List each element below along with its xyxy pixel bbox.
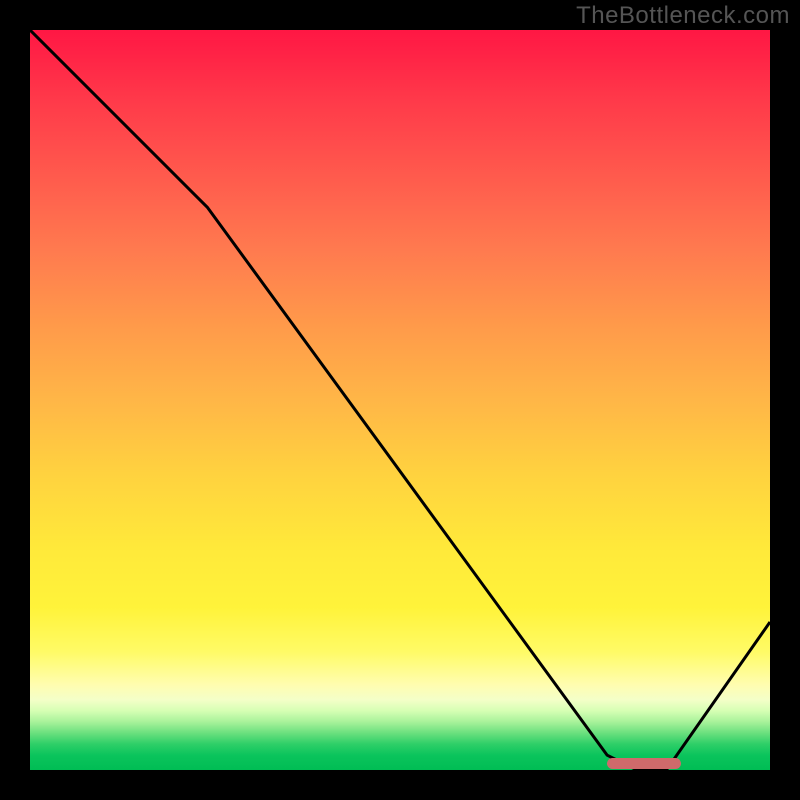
chart-frame: TheBottleneck.com	[0, 0, 800, 800]
optimal-range-marker	[607, 758, 681, 769]
plot-area	[30, 30, 770, 770]
curve-layer	[30, 30, 770, 770]
watermark-text: TheBottleneck.com	[576, 2, 790, 30]
bottleneck-curve-path	[30, 30, 770, 770]
